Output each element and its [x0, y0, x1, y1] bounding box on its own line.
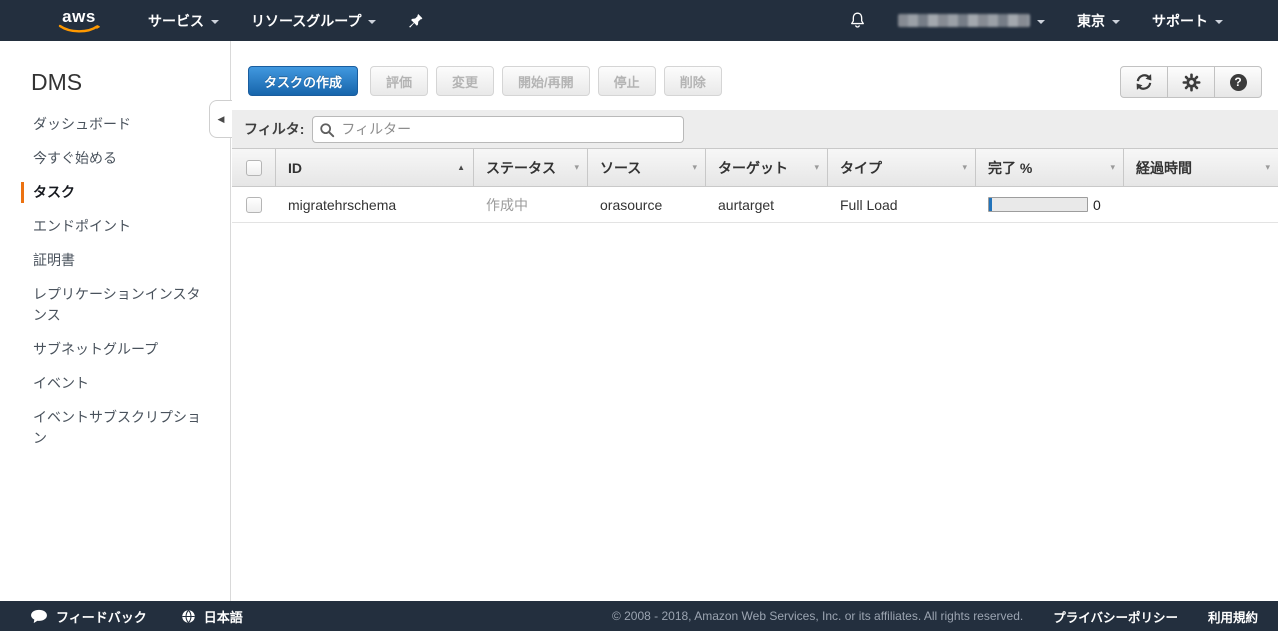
help-button[interactable]: ?: [1214, 66, 1262, 98]
tasks-table: ID ▲ ステータス ▾ ソース ▾ ターゲット ▾ タイプ ▾ 完了 % ▾: [232, 149, 1278, 223]
cell-task-id: migratehrschema: [288, 196, 397, 213]
sidebar-item-event-subscriptions[interactable]: イベントサブスクリプション: [21, 407, 230, 449]
column-caret-icon[interactable]: ▾: [814, 162, 819, 173]
main-content: タスクの作成 評価 変更 開始/再開 停止 削除 ? フィルタ: フィルター I…: [232, 41, 1278, 601]
sidebar-item-subnet-groups[interactable]: サブネットグループ: [21, 339, 230, 360]
feedback-button[interactable]: フィードバック: [30, 607, 147, 626]
sidebar-item-events[interactable]: イベント: [21, 373, 230, 394]
sidebar-item-certificates[interactable]: 証明書: [21, 250, 230, 271]
globe-icon: [182, 609, 195, 623]
task-toolbar: タスクの作成 評価 変更 開始/再開 停止 削除 ?: [232, 41, 1278, 98]
sidebar-item-dashboard[interactable]: ダッシュボード: [21, 114, 230, 135]
create-task-button[interactable]: タスクの作成: [248, 66, 359, 96]
column-caret-icon[interactable]: ▾: [962, 162, 967, 173]
chevron-down-icon: [1215, 19, 1223, 24]
nav-right-group: 東京 サポート: [817, 11, 1223, 31]
aws-logo-text: aws: [62, 6, 96, 26]
footer-left-group: フィードバック 日本語: [30, 607, 243, 626]
top-navigation-bar: aws サービス リソースグループ 東京 サポート: [0, 0, 1278, 41]
sidebar-item-replication-instances[interactable]: レプリケーションインスタンス: [21, 284, 230, 326]
support-menu[interactable]: サポート: [1152, 11, 1223, 31]
chevron-down-icon: [1037, 19, 1045, 24]
notifications-bell-icon[interactable]: [849, 11, 866, 30]
filter-input[interactable]: [312, 115, 685, 143]
aws-smile-swoosh-icon: [58, 24, 100, 33]
row-check-cell: [232, 196, 276, 213]
select-all-checkbox[interactable]: [245, 159, 262, 176]
column-header-type[interactable]: タイプ ▾: [828, 149, 976, 186]
utility-button-group: ?: [1120, 66, 1262, 98]
stop-button[interactable]: 停止: [597, 66, 656, 96]
account-name-redacted: [898, 14, 1030, 27]
chevron-down-icon: [211, 19, 219, 24]
column-header-status[interactable]: ステータス ▾: [474, 149, 588, 186]
filter-search-wrap: [312, 115, 685, 143]
language-label: 日本語: [203, 609, 243, 625]
progress-bar: [988, 197, 1088, 212]
footer-right-group: © 2008 - 2018, Amazon Web Services, Inc.…: [612, 607, 1258, 626]
column-caret-icon[interactable]: ▾: [574, 162, 579, 173]
gear-icon: [1182, 73, 1201, 92]
cell-task-progress: 0: [976, 197, 1124, 213]
column-caret-icon[interactable]: ▾: [1110, 162, 1115, 173]
row-checkbox[interactable]: [246, 196, 262, 213]
header-select-all-cell: [232, 149, 276, 186]
refresh-icon: [1134, 72, 1154, 92]
column-header-complete-pct[interactable]: 完了 % ▾: [976, 149, 1124, 186]
cell-task-target: aurtarget: [718, 196, 775, 213]
nav-left-group: サービス リソースグループ: [148, 11, 455, 31]
modify-button[interactable]: 変更: [436, 66, 495, 96]
copyright-text: © 2008 - 2018, Amazon Web Services, Inc.…: [611, 609, 1024, 623]
collapse-left-icon: ◀: [217, 113, 225, 124]
assess-button[interactable]: 評価: [370, 66, 429, 96]
sidebar-item-tasks[interactable]: タスク: [21, 182, 230, 203]
nav-services-label: サービス: [148, 12, 204, 29]
cell-task-type: Full Load: [840, 196, 898, 213]
chevron-down-icon: [1112, 19, 1120, 24]
sidebar-nav-list: ダッシュボード 今すぐ始める タスク エンドポイント 証明書 レプリケーションイ…: [0, 114, 230, 449]
table-header-row: ID ▲ ステータス ▾ ソース ▾ ターゲット ▾ タイプ ▾ 完了 % ▾: [232, 149, 1278, 187]
delete-button[interactable]: 削除: [663, 66, 722, 96]
filter-bar: フィルタ:: [232, 110, 1278, 149]
nav-resource-groups-menu[interactable]: リソースグループ: [251, 11, 377, 31]
account-menu[interactable]: [898, 14, 1045, 27]
footer-bar: フィードバック 日本語 © 2008 - 2018, Amazon Web Se…: [0, 601, 1278, 631]
support-label: サポート: [1152, 12, 1208, 29]
feedback-label: フィードバック: [56, 609, 147, 625]
nav-services-menu[interactable]: サービス: [148, 11, 219, 31]
privacy-policy-link[interactable]: プライバシーポリシー: [1053, 607, 1178, 626]
sidebar-collapse-toggle[interactable]: ◀: [209, 100, 232, 138]
filter-label: フィルタ:: [244, 121, 305, 137]
nav-resource-groups-label: リソースグループ: [251, 12, 362, 29]
progress-bar-fill: [989, 198, 992, 211]
progress-value: 0: [1093, 196, 1101, 213]
search-icon: [320, 122, 335, 137]
column-header-id[interactable]: ID ▲: [276, 149, 474, 186]
speech-bubble-icon: [31, 609, 47, 623]
column-caret-icon[interactable]: ▾: [1265, 162, 1270, 173]
cell-task-status: 作成中: [486, 196, 528, 213]
refresh-button[interactable]: [1120, 66, 1168, 98]
column-header-elapsed-time[interactable]: 経過時間 ▾: [1124, 149, 1278, 186]
sidebar: DMS ダッシュボード 今すぐ始める タスク エンドポイント 証明書 レプリケー…: [0, 41, 231, 601]
service-title: DMS: [31, 69, 83, 95]
terms-of-use-link[interactable]: 利用規約: [1208, 607, 1258, 626]
start-resume-button[interactable]: 開始/再開: [502, 66, 590, 96]
language-button[interactable]: 日本語: [181, 607, 243, 626]
chevron-down-icon: [368, 19, 377, 24]
task-row[interactable]: migratehrschema 作成中 orasource aurtarget …: [232, 187, 1278, 223]
region-menu[interactable]: 東京: [1077, 11, 1120, 31]
help-icon: ?: [1229, 73, 1247, 91]
column-header-target[interactable]: ターゲット ▾: [706, 149, 828, 186]
sort-ascending-icon[interactable]: ▲: [457, 163, 465, 172]
sidebar-item-endpoints[interactable]: エンドポイント: [21, 216, 230, 237]
region-label: 東京: [1077, 12, 1105, 29]
sidebar-item-get-started[interactable]: 今すぐ始める: [21, 148, 230, 169]
cell-task-source: orasource: [600, 196, 663, 213]
column-header-source[interactable]: ソース ▾: [588, 149, 706, 186]
settings-gear-button[interactable]: [1167, 66, 1215, 98]
pushpin-icon[interactable]: [408, 13, 423, 29]
column-caret-icon[interactable]: ▾: [692, 162, 697, 173]
aws-logo[interactable]: aws: [58, 6, 100, 33]
